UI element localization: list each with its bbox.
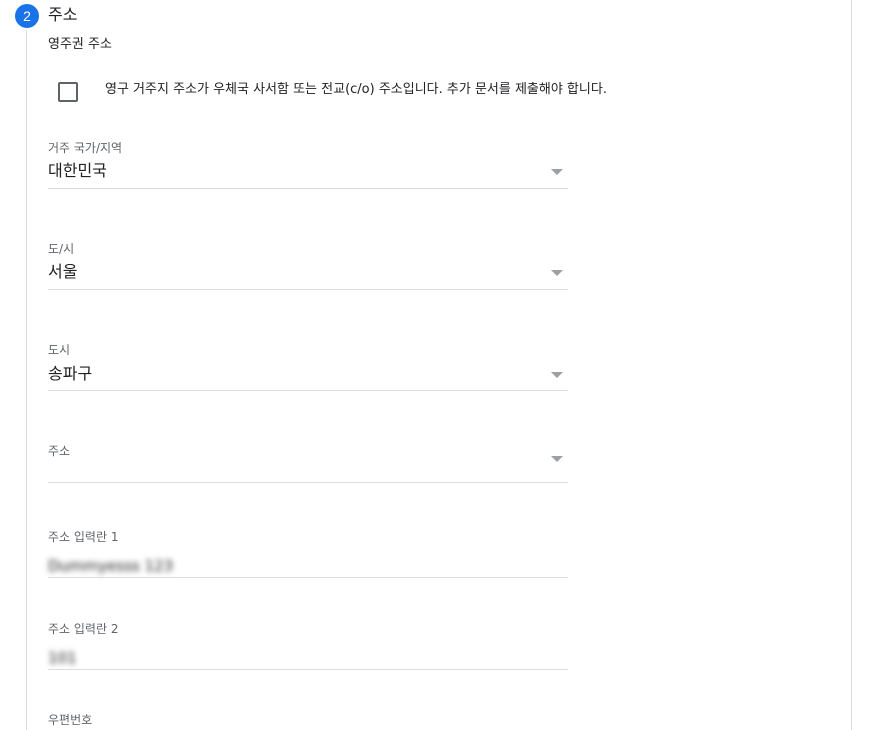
section-title: 영주권 주소: [48, 37, 112, 52]
address-line1-underline: [48, 577, 568, 578]
postal-code-label: 우편번호: [48, 713, 93, 727]
country-underline: [48, 188, 568, 189]
dropdown-arrow-icon[interactable]: [551, 169, 563, 175]
address-line1-input[interactable]: 주소 입력란 1 Dummyesss 123: [48, 529, 568, 579]
address-line2-label: 주소 입력란 2: [48, 622, 119, 636]
po-box-checkbox-label: 영구 거주지 주소가 우체국 사서함 또는 전교(c/o) 주소입니다. 추가 …: [105, 82, 607, 97]
province-value: 서울: [48, 262, 78, 281]
city-label: 도시: [48, 343, 71, 357]
province-label: 도/시: [48, 242, 75, 256]
address-line1-label: 주소 입력란 1: [48, 530, 119, 544]
dropdown-arrow-icon[interactable]: [551, 372, 563, 378]
country-label: 거주 국가/지역: [48, 141, 123, 155]
address-label: 주소: [48, 444, 71, 458]
step-title: 주소: [48, 5, 78, 24]
address-line2-value: 101: [48, 649, 77, 667]
address-select[interactable]: 주소: [48, 443, 568, 485]
address-line2-input[interactable]: 주소 입력란 2 101: [48, 621, 568, 671]
po-box-checkbox[interactable]: [58, 82, 78, 102]
province-underline: [48, 289, 568, 290]
address-line2-underline: [48, 669, 568, 670]
city-select[interactable]: 도시 송파구: [48, 342, 568, 392]
card-border: [851, 0, 852, 730]
city-value: 송파구: [48, 364, 93, 383]
province-select[interactable]: 도/시 서울: [48, 241, 568, 291]
step-rail: [26, 30, 27, 730]
dropdown-arrow-icon[interactable]: [551, 270, 563, 276]
address-line1-value: Dummyesss 123: [48, 557, 174, 575]
city-underline: [48, 390, 568, 391]
country-select[interactable]: 거주 국가/지역 대한민국: [48, 140, 568, 190]
country-value: 대한민국: [48, 161, 107, 180]
address-underline: [48, 482, 568, 483]
postal-code-input[interactable]: 우편번호: [48, 712, 568, 730]
dropdown-arrow-icon[interactable]: [551, 456, 563, 462]
step-number-badge: 2: [15, 4, 39, 28]
